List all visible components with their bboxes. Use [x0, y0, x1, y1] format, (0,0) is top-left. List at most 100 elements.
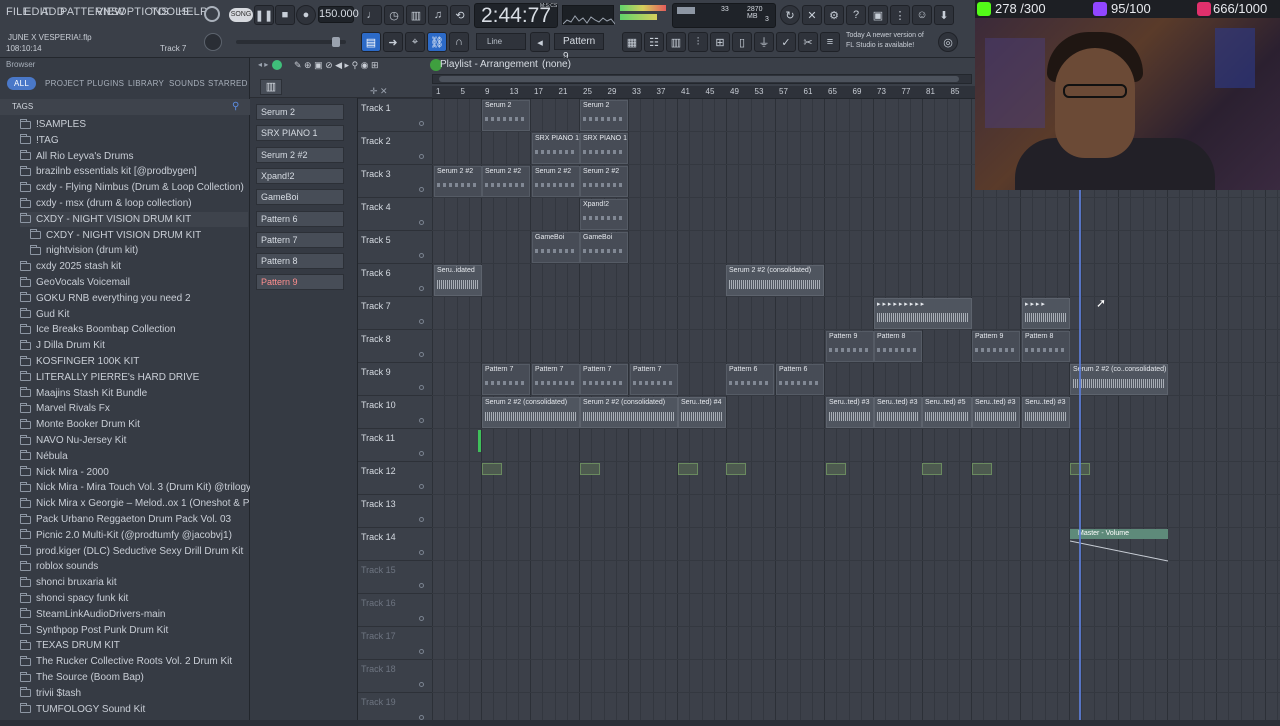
clip-pattern7[interactable]: Pattern 7 — [532, 364, 580, 395]
tab-all[interactable]: ALL — [7, 77, 37, 90]
scissors-icon[interactable]: ✂ — [798, 32, 818, 52]
track-mute-icon[interactable] — [419, 418, 424, 423]
tempo-display[interactable]: 150.000 — [318, 6, 359, 23]
clip-pattern9[interactable]: Pattern 9 — [972, 331, 1020, 362]
track-header[interactable]: Track 19 — [358, 693, 432, 726]
browser-folder[interactable]: trivii $tash — [20, 686, 81, 701]
browser-folder[interactable]: The Source (Boom Bap) — [20, 670, 144, 685]
browser-folder[interactable]: Nébula — [20, 449, 68, 464]
snap-dropdown-icon[interactable]: ◂ — [530, 32, 550, 52]
clip-serum-consolidated[interactable]: Serum 2 #2 (consolidated) — [482, 397, 580, 428]
link-icon[interactable]: ⛓ — [427, 32, 447, 52]
chat-icon[interactable]: ☺ — [912, 5, 932, 25]
clip-pattern8[interactable]: Pattern 8 — [874, 331, 922, 362]
master-volume-knob[interactable] — [204, 33, 222, 51]
clip-serum2[interactable]: Serum 2 — [482, 100, 530, 131]
browser-folder[interactable]: KOSFINGER 100K KIT — [20, 354, 139, 369]
browser-folder[interactable]: Pack Urbano Reggaeton Drum Pack Vol. 03 — [20, 512, 231, 527]
track-row[interactable] — [432, 198, 1280, 231]
browser-folder[interactable]: NAVO Nu-Jersey Kit — [20, 433, 126, 448]
browser-folder[interactable]: Marvel Rivals Fx — [20, 401, 110, 416]
pattern-picker-button[interactable]: ▥ — [260, 79, 282, 95]
clip-seru-ted5[interactable]: Seru..ted) #5 — [922, 397, 972, 428]
pattern-select[interactable]: Pattern 9 — [554, 33, 604, 62]
clip-serum2-2[interactable]: Serum 2 #2 — [580, 166, 628, 197]
clip-track7-b[interactable]: ▸ ▸ ▸ ▸ — [1022, 298, 1070, 329]
track-header[interactable]: Track 9 — [358, 363, 432, 396]
tab-starred[interactable]: STARRED — [208, 79, 248, 88]
clip-srx-piano[interactable]: SRX PIANO 1 — [532, 133, 580, 164]
track-mute-icon[interactable] — [419, 319, 424, 324]
arrow-icon[interactable]: ➜ — [383, 32, 403, 52]
clip-track12[interactable] — [922, 463, 942, 475]
step-seq-icon[interactable]: ▥ — [666, 32, 686, 52]
track-mute-icon[interactable] — [419, 121, 424, 126]
clip-serum2-2[interactable]: Serum 2 #2 — [434, 166, 482, 197]
blend-notes-icon[interactable]: ♫ — [428, 5, 448, 25]
clip-master-volume[interactable]: Master - Volume — [1070, 529, 1168, 539]
track-row[interactable] — [432, 462, 1280, 495]
wrench-icon[interactable]: ⚙ — [824, 5, 844, 25]
browser-folder[interactable]: Ice Breaks Boombap Collection — [20, 322, 176, 337]
pattern-item[interactable]: Pattern 9 — [256, 274, 344, 291]
playlist-view-button[interactable]: ▤ — [361, 32, 381, 52]
browser-folder[interactable]: GOKU RNB everything you need 2 — [20, 291, 191, 306]
playhead[interactable] — [1079, 99, 1081, 720]
track-header[interactable]: Track 12 — [358, 462, 432, 495]
song-pat-toggle[interactable]: SONG — [229, 8, 253, 22]
track-mute-icon[interactable] — [419, 682, 424, 687]
browser-folder[interactable]: prod.kiger (DLC) Seductive Sexy Drill Dr… — [20, 544, 243, 559]
track-mute-icon[interactable] — [419, 517, 424, 522]
browser-folder[interactable]: Picnic 2.0 Multi-Kit (@prodtumfy @jacobv… — [20, 528, 232, 543]
track-mute-icon[interactable] — [419, 715, 424, 720]
news-line2[interactable]: FL Studio is available! — [846, 42, 914, 49]
clip-serum2-2[interactable]: Serum 2 #2 — [482, 166, 530, 197]
track-mute-icon[interactable] — [419, 616, 424, 621]
track-mute-icon[interactable] — [419, 649, 424, 654]
track-mute-icon[interactable] — [419, 550, 424, 555]
track-row[interactable] — [432, 561, 1280, 594]
pattern-item[interactable]: Serum 2 — [256, 104, 344, 120]
mixer-icon[interactable]: ⋮ — [890, 5, 910, 25]
loop-record-icon[interactable]: ⟲ — [450, 5, 470, 25]
track-header[interactable]: Track 2 — [358, 132, 432, 165]
clip-serum-co-consolidated[interactable]: Serum 2 #2 (co..consolidated) — [1070, 364, 1168, 395]
browser-folder[interactable]: brazilnb essentials kit [@prodbygen] — [20, 164, 197, 179]
track-header[interactable]: Track 11 — [358, 429, 432, 462]
search-icon[interactable]: ⚲ — [232, 101, 239, 112]
pattern-item[interactable]: Pattern 8 — [256, 253, 344, 270]
clip-track12[interactable] — [726, 463, 746, 475]
track-row[interactable] — [432, 297, 1280, 330]
playlist-grid[interactable]: Serum 2 Serum 2 SRX PIANO 1 SRX PIANO 1 … — [432, 99, 1280, 720]
tab-project[interactable]: PROJECT — [45, 79, 84, 88]
download-icon[interactable]: ⬇ — [934, 5, 954, 25]
browser-folder[interactable]: shonci bruxaria kit — [20, 575, 117, 590]
browser-folder[interactable]: Gud Kit — [20, 307, 69, 322]
track-mute-icon[interactable] — [419, 286, 424, 291]
save-icon[interactable]: ▣ — [868, 5, 888, 25]
plug-icon[interactable]: ⏚ — [754, 32, 774, 52]
master-pitch-slider[interactable] — [236, 37, 346, 47]
refresh-icon[interactable]: ↻ — [780, 5, 800, 25]
clip-serum-idated[interactable]: Seru..idated — [434, 265, 482, 296]
track-header[interactable]: Track 15 — [358, 561, 432, 594]
browser-folder[interactable]: !SAMPLES — [20, 117, 86, 132]
track-row[interactable] — [432, 264, 1280, 297]
clip-seru-ted3[interactable]: Seru..ted) #3 — [826, 397, 874, 428]
browser-folder[interactable]: J Dilla Drum Kit — [20, 338, 105, 353]
track-mute-icon[interactable] — [419, 484, 424, 489]
browser-folder[interactable]: TEXAS DRUM KIT — [20, 638, 120, 653]
snap-arrows[interactable]: ✛ ✕ — [370, 86, 388, 97]
clip-track12[interactable] — [972, 463, 992, 475]
tab-library[interactable]: LIBRARY — [128, 79, 164, 88]
horizontal-scrollbar[interactable] — [432, 74, 972, 84]
clip-track12[interactable] — [482, 463, 502, 475]
track-header[interactable]: Track 7 — [358, 297, 432, 330]
wait-input-icon[interactable]: ◷ — [384, 5, 404, 25]
browser-folder[interactable]: cxdy - Flying Nimbus (Drum & Loop Collec… — [20, 180, 244, 195]
pin-icon[interactable]: ✓ — [776, 32, 796, 52]
file-icon[interactable]: ▯ — [732, 32, 752, 52]
clip-track7-a[interactable]: ▸ ▸ ▸ ▸ ▸ ▸ ▸ ▸ ▸ — [874, 298, 972, 329]
clip-pattern6[interactable]: Pattern 6 — [776, 364, 824, 395]
clip-serum-consolidated[interactable]: Serum 2 #2 (consolidated) — [580, 397, 678, 428]
